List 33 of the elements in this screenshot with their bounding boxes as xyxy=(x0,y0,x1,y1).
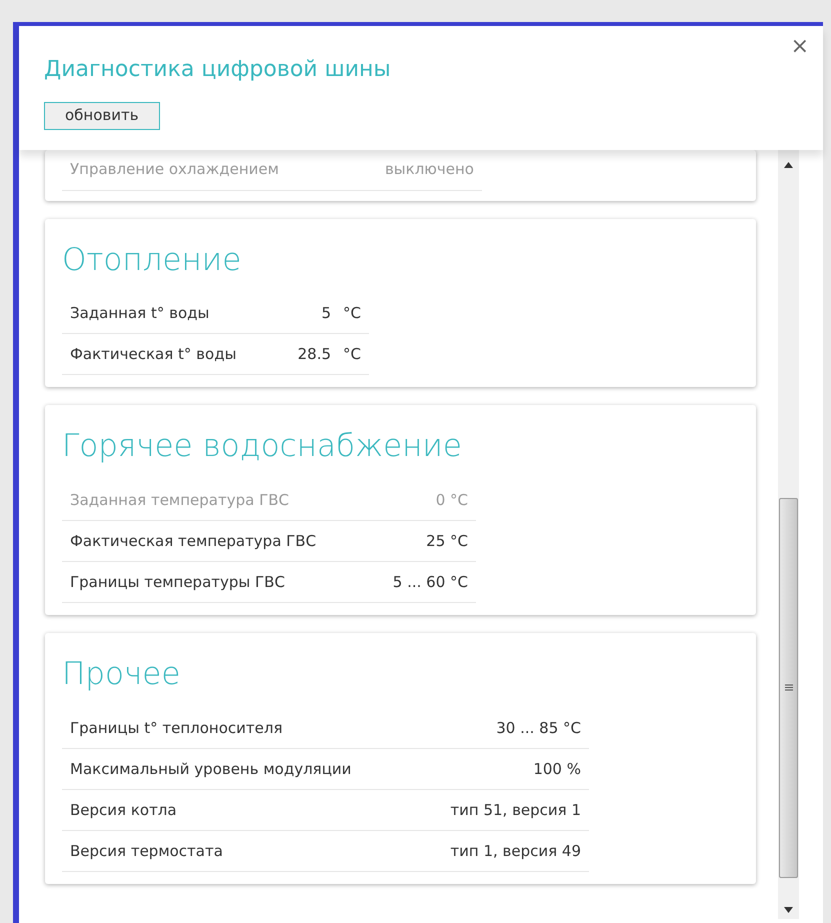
row-label: Заданная t° воды xyxy=(70,303,210,324)
row-label: Максимальный уровень модуляции xyxy=(70,758,352,780)
row-value: 100 % xyxy=(533,758,581,780)
section-title: Отопление xyxy=(62,240,242,280)
row-label: Границы t° теплоносителя xyxy=(70,718,282,738)
row-unit: °C xyxy=(343,344,361,365)
row-value: 30 ... 85 °C xyxy=(496,718,581,738)
row-value: 25 °C xyxy=(426,530,468,552)
grip-icon xyxy=(784,684,792,691)
row-value: 5 xyxy=(321,303,332,324)
scrollbar[interactable] xyxy=(778,150,799,919)
scrollbar-thumb[interactable] xyxy=(779,498,798,878)
row-value: тип 1, версия 49 xyxy=(450,840,581,862)
row-label: Фактическая температура ГВС xyxy=(70,530,316,552)
row-label: Управление охлаждением xyxy=(70,159,279,180)
section-title: Прочее xyxy=(62,655,182,694)
row-value: 0 °C xyxy=(436,490,468,511)
section-title: Горячее водоснабжение xyxy=(62,427,463,466)
row-label: Фактическая t° воды xyxy=(70,344,236,365)
dialog-title: Диагностика цифровой шины xyxy=(44,56,392,84)
row-label: Границы температуры ГВС xyxy=(70,572,285,593)
scroll-down-icon[interactable] xyxy=(784,907,793,913)
row-value: тип 51, версия 1 xyxy=(450,800,581,820)
row-value: 28.5 xyxy=(298,344,332,365)
row-value: выключено xyxy=(384,159,474,180)
refresh-button[interactable]: обновить xyxy=(44,102,160,130)
row-label: Заданная температура ГВС xyxy=(70,490,290,511)
row-label: Версия котла xyxy=(70,800,177,820)
row-unit: °C xyxy=(343,303,361,324)
scroll-up-icon[interactable] xyxy=(784,162,793,168)
row-label: Версия термостата xyxy=(70,840,223,862)
close-button[interactable]: × xyxy=(790,36,809,58)
row-value: 5 ... 60 °C xyxy=(392,572,468,593)
